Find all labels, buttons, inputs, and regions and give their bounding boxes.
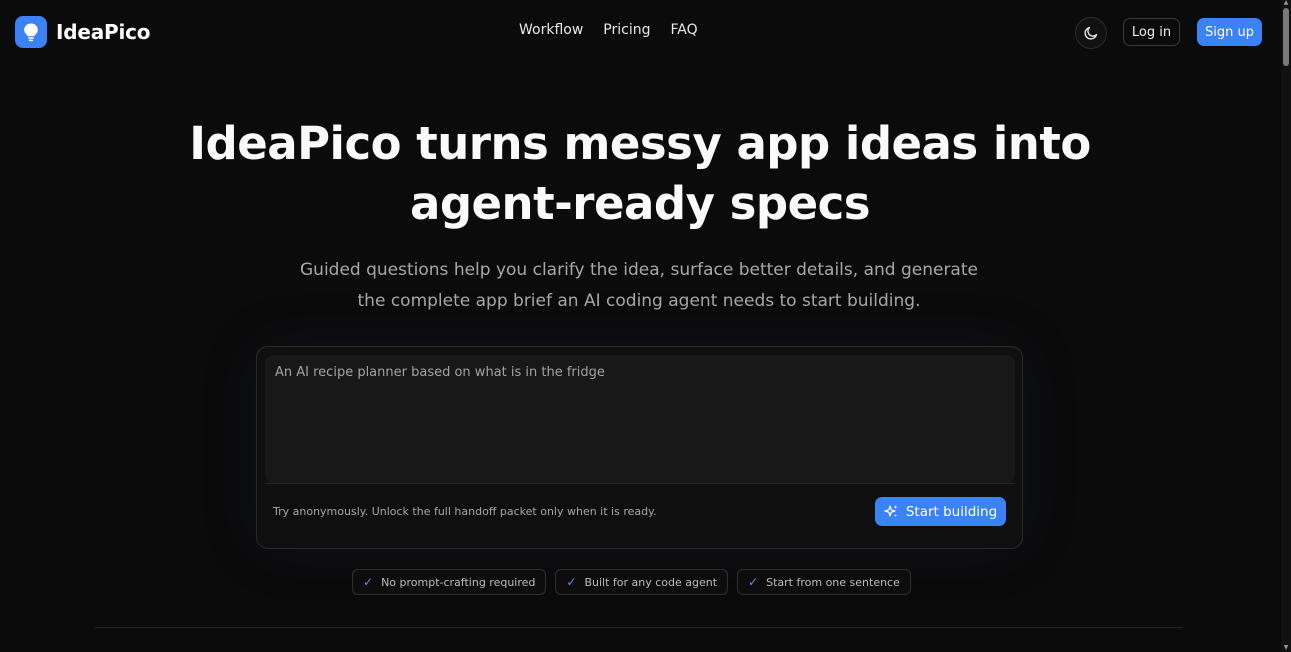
nav-item-pricing[interactable]: Pricing <box>603 22 650 38</box>
check-icon: ✓ <box>566 575 577 589</box>
check-icon: ✓ <box>748 575 759 589</box>
page-scrollbar[interactable]: ▲ ▼ <box>1281 0 1291 652</box>
top-navigation-bar: IdeaPico Workflow Pricing FAQ Log in Sig… <box>0 0 1281 62</box>
feature-pill: ✓ No prompt-crafting required <box>352 569 547 595</box>
moon-icon <box>1084 26 1098 40</box>
scroll-up-arrow-icon[interactable]: ▲ <box>1283 0 1289 6</box>
start-building-button[interactable]: Start building <box>875 497 1006 526</box>
hero-title-line-2: agent-ready specs <box>409 177 871 230</box>
theme-toggle-button[interactable] <box>1075 17 1107 49</box>
feature-label: No prompt-crafting required <box>381 575 536 589</box>
check-icon: ✓ <box>363 575 374 589</box>
feature-pill: ✓ Start from one sentence <box>737 569 911 595</box>
nav-item-workflow[interactable]: Workflow <box>519 22 583 38</box>
start-building-label: Start building <box>905 503 998 520</box>
hero-subtitle-line-2: the complete app brief an AI coding agen… <box>357 291 921 311</box>
scrollbar-thumb[interactable] <box>1283 8 1289 66</box>
composer-divider <box>265 483 1015 484</box>
hero-title: IdeaPico turns messy app ideas into agen… <box>145 114 1135 234</box>
scroll-down-arrow-icon[interactable]: ▼ <box>1283 645 1289 651</box>
composer-note: Try anonymously. Unlock the full handoff… <box>273 505 657 518</box>
brand-logo[interactable]: IdeaPico <box>15 16 151 48</box>
hero-subtitle: Guided questions help you clarify the id… <box>255 255 1023 317</box>
idea-input[interactable] <box>265 355 1015 483</box>
feature-pill: ✓ Built for any code agent <box>555 569 729 595</box>
feature-label: Built for any code agent <box>584 575 718 589</box>
login-button[interactable]: Log in <box>1123 18 1180 46</box>
sparkles-icon <box>884 505 898 517</box>
idea-composer: Try anonymously. Unlock the full handoff… <box>256 346 1023 549</box>
feature-pills: ✓ No prompt-crafting required ✓ Built fo… <box>352 569 911 595</box>
brand-name: IdeaPico <box>56 20 151 44</box>
section-divider <box>95 627 1183 628</box>
hero-subtitle-line-1: Guided questions help you clarify the id… <box>300 260 978 280</box>
hero-title-line-1: IdeaPico turns messy app ideas into <box>189 117 1091 170</box>
nav-item-faq[interactable]: FAQ <box>671 22 698 38</box>
feature-label: Start from one sentence <box>766 575 900 589</box>
lightbulb-icon <box>15 16 47 48</box>
main-nav: Workflow Pricing FAQ <box>519 22 698 38</box>
signup-button[interactable]: Sign up <box>1197 18 1262 46</box>
